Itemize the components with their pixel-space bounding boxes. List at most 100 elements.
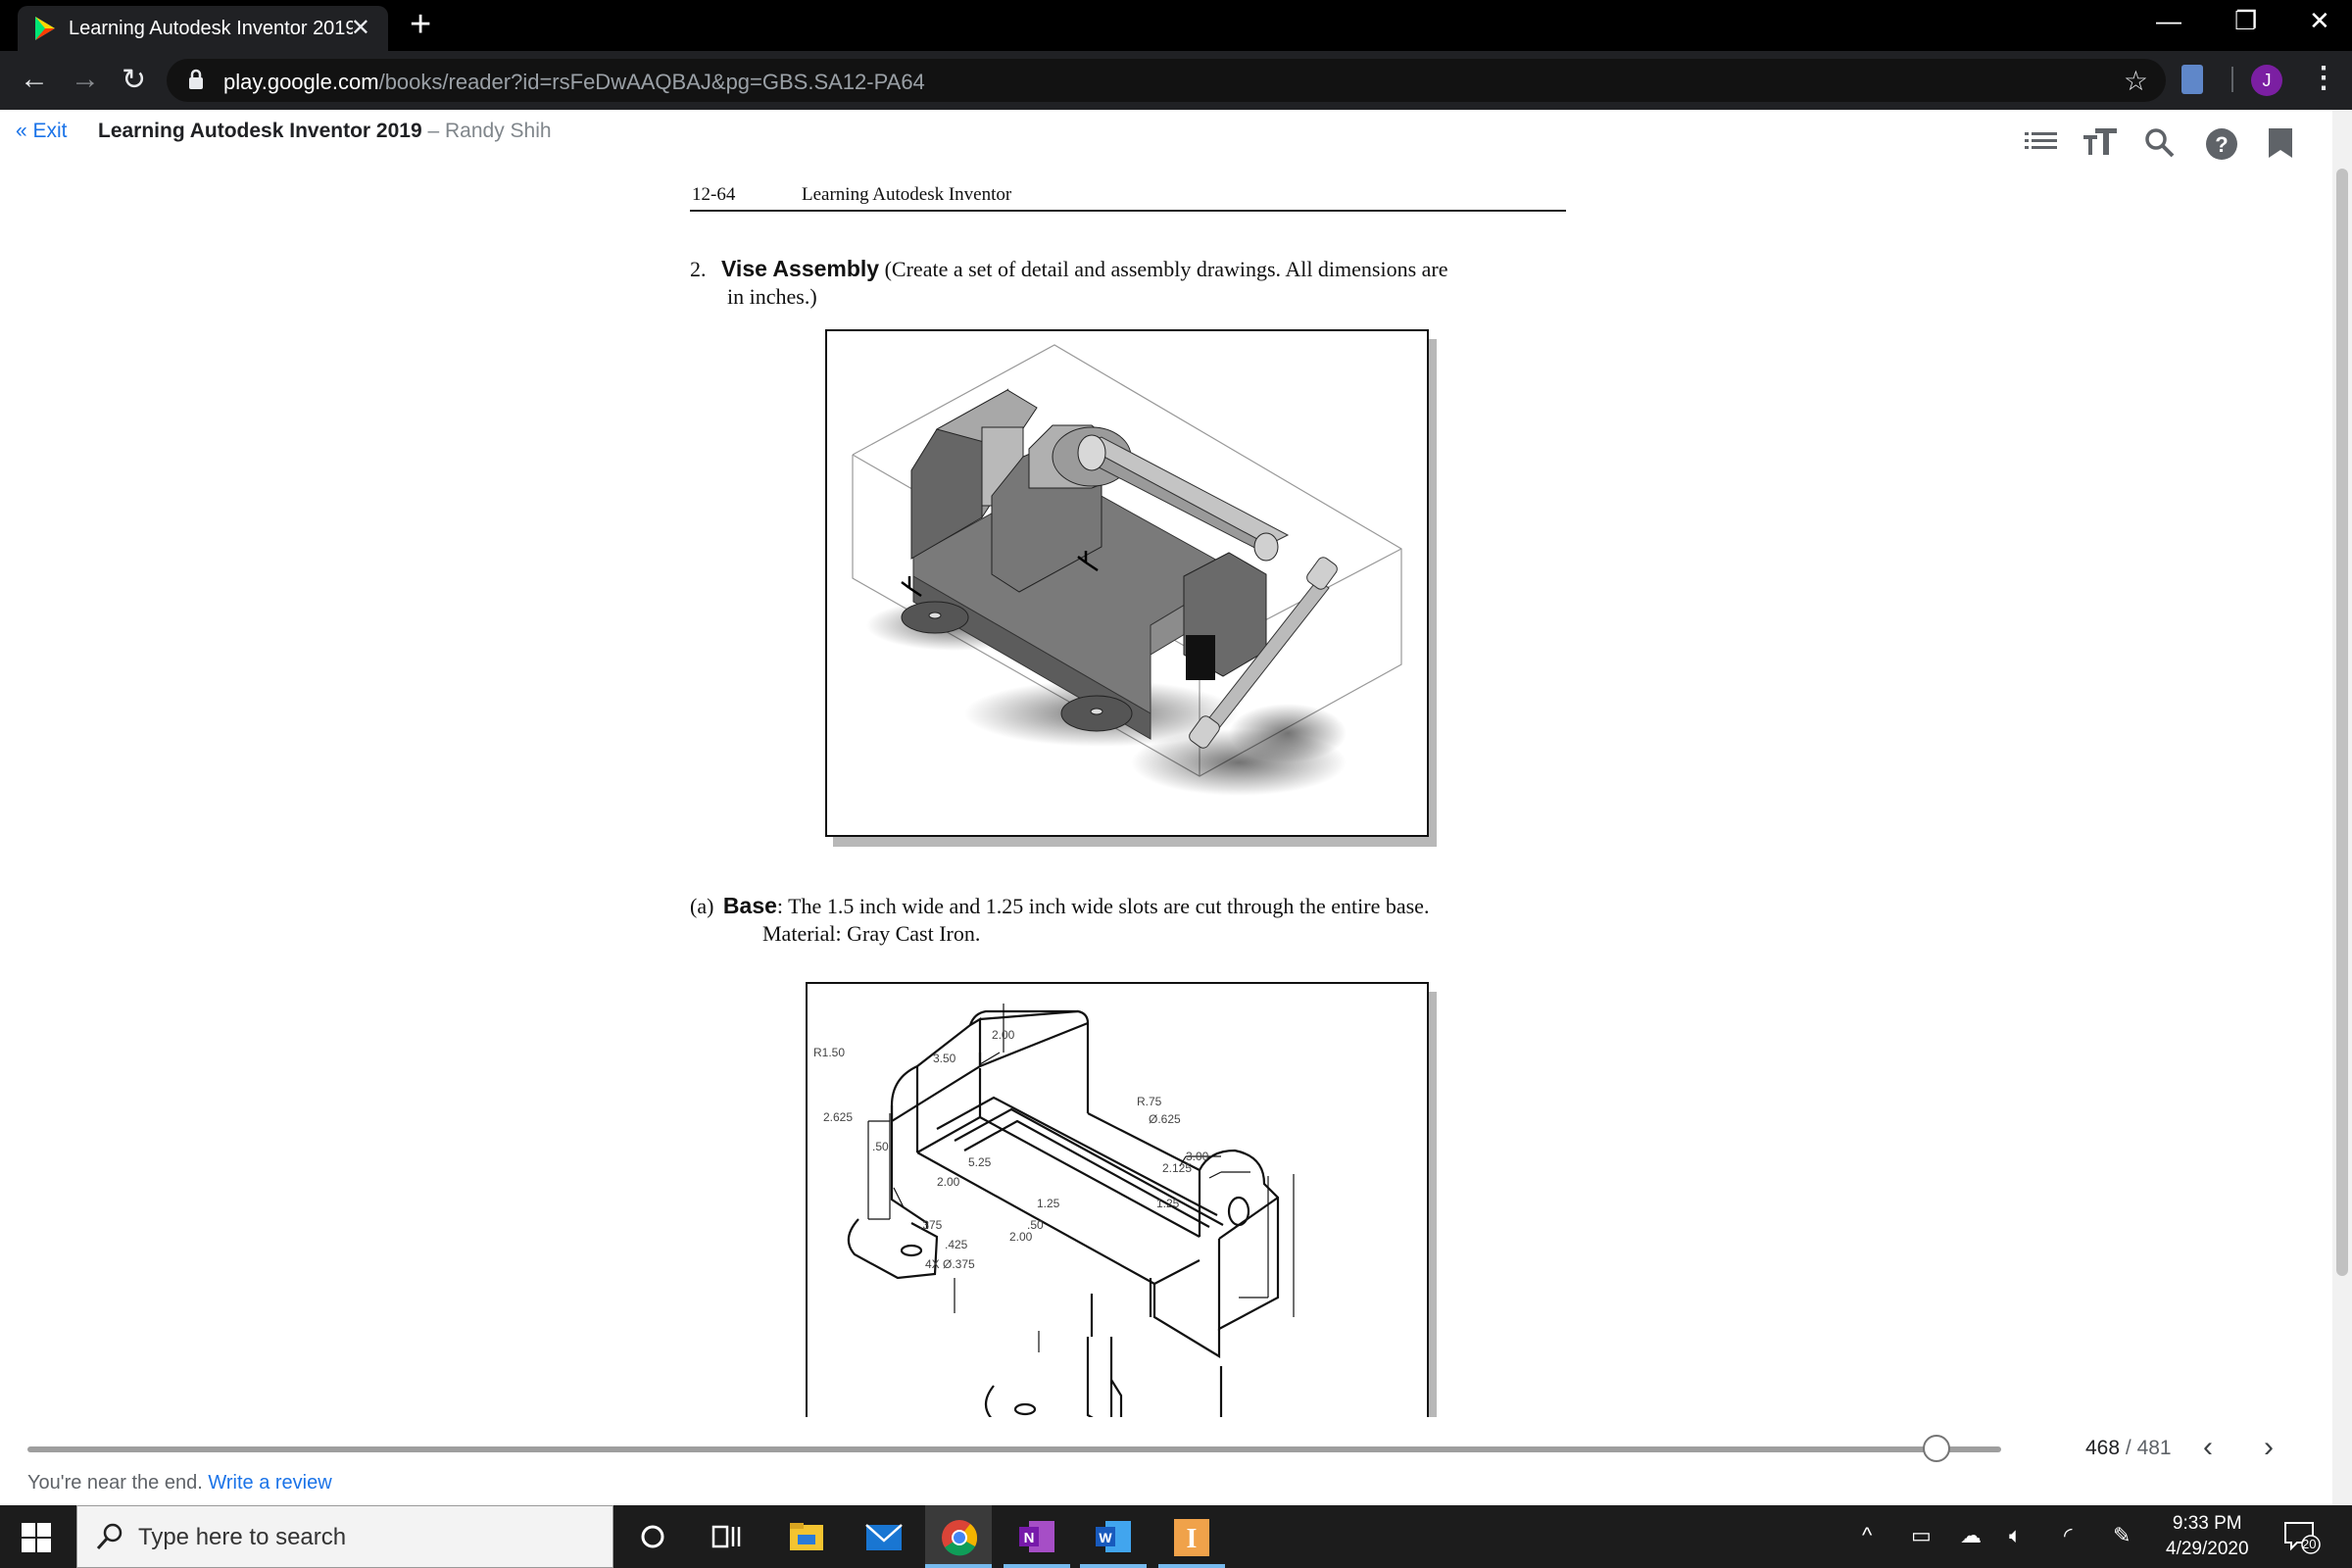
word-icon[interactable]: W — [1094, 1519, 1131, 1554]
book-page: 12-64 Learning Autodesk Inventor 2. Vise… — [666, 149, 1588, 1417]
notification-center-icon[interactable]: 20 — [2283, 1521, 2323, 1554]
svg-text:N: N — [1024, 1530, 1035, 1546]
text-size-icon[interactable] — [2083, 127, 2119, 162]
notification-count: 20 — [2302, 1537, 2317, 1551]
sub-text-1: : The 1.5 inch wide and 1.25 inch wide s… — [776, 894, 1430, 918]
base-detail-figure: 2.00 3.50 R1.50 2.625 .50 5.25 2.00 R.75… — [806, 982, 1429, 1417]
reader-header: « Exit Learning Autodesk Inventor 2019 –… — [0, 110, 2332, 149]
dimension-label: 3.50 — [933, 1052, 956, 1065]
sub-text-2: Material: Gray Cast Iron. — [762, 921, 981, 946]
network-tray-icon[interactable]: ▭ — [1911, 1523, 1932, 1548]
dimension-label: .375 — [919, 1218, 943, 1232]
address-bar[interactable]: play.google.com/books/reader?id=rsFeDwAA… — [167, 59, 2166, 102]
item-number: 2. — [690, 257, 707, 281]
total-pages: 481 — [2136, 1437, 2172, 1459]
dimension-label: 2.625 — [823, 1110, 853, 1124]
lock-icon — [188, 69, 204, 95]
browser-tab-bar: Learning Autodesk Inventor 2019 ✕ + — ❐ … — [0, 0, 2352, 51]
dimension-label: 1.25 — [1037, 1197, 1060, 1210]
svg-text:I: I — [1187, 1524, 1198, 1554]
pen-icon[interactable]: ✎ — [2113, 1523, 2131, 1548]
new-tab-button[interactable]: + — [410, 4, 431, 46]
windows-taskbar: Type here to search N W I ^ ▭ ☁ 🔈︎ ◜ ✎ 9… — [0, 1505, 2352, 1568]
taskbar-search[interactable]: Type here to search — [76, 1505, 613, 1568]
search-placeholder: Type here to search — [138, 1524, 347, 1550]
dimension-label: 5.25 — [968, 1155, 992, 1169]
mail-icon[interactable] — [864, 1519, 903, 1554]
exit-link[interactable]: « Exit — [16, 120, 68, 143]
toolbar-divider — [2231, 67, 2233, 92]
dimension-label: .425 — [945, 1238, 968, 1251]
sub-title: Base — [722, 893, 777, 918]
minimize-icon[interactable]: — — [2156, 6, 2181, 36]
svg-text:W: W — [1099, 1530, 1112, 1545]
browser-toolbar: ← → ↻ play.google.com/books/reader?id=rs… — [0, 51, 2352, 110]
dimension-label: 2.00 — [937, 1175, 960, 1189]
write-review-link[interactable]: Write a review — [208, 1472, 331, 1494]
file-explorer-icon[interactable] — [788, 1519, 825, 1554]
page-slider-handle[interactable] — [1922, 1435, 1950, 1462]
contents-icon[interactable] — [2025, 127, 2058, 162]
dimension-label: Ø.625 — [1149, 1112, 1181, 1126]
item-text-2: in inches.) — [727, 284, 817, 309]
back-icon[interactable]: ← — [20, 63, 49, 96]
near-end-message: You're near the end. Write a review — [27, 1472, 332, 1494]
onedrive-icon[interactable]: ☁ — [1960, 1523, 1982, 1548]
close-window-icon[interactable]: ✕ — [2309, 6, 2330, 36]
running-app-indicator — [1080, 1564, 1147, 1568]
next-page-icon[interactable]: › — [2264, 1431, 2274, 1464]
running-app-indicator — [1004, 1564, 1070, 1568]
dimension-label: 1.25 — [1156, 1197, 1180, 1210]
page-slider[interactable] — [27, 1446, 2001, 1452]
vise-assembly-drawing — [852, 344, 1402, 796]
svg-text:?: ? — [2215, 132, 2228, 157]
exercise-item: 2. Vise Assembly (Create a set of detail… — [690, 255, 1448, 311]
page-scrollbar[interactable] — [2332, 110, 2352, 1505]
task-view-icon[interactable] — [708, 1519, 745, 1554]
url-host: play.google.com — [223, 70, 379, 94]
play-books-icon — [33, 16, 57, 47]
book-title-text: Learning Autodesk Inventor 2019 — [98, 120, 422, 142]
help-icon[interactable]: ? — [2205, 127, 2238, 166]
wifi-icon[interactable]: ◜ — [2064, 1523, 2073, 1548]
dimension-label: R.75 — [1137, 1095, 1162, 1108]
volume-icon[interactable]: 🔈︎ — [2009, 1523, 2022, 1548]
star-icon[interactable]: ☆ — [2124, 65, 2148, 97]
menu-icon[interactable]: ⋮ — [2309, 61, 2338, 95]
forward-icon[interactable]: → — [71, 63, 100, 96]
show-hidden-icons-icon[interactable]: ^ — [1862, 1523, 1872, 1548]
restore-icon[interactable]: ❐ — [2234, 6, 2257, 36]
previous-page-icon[interactable]: ‹ — [2203, 1431, 2213, 1464]
taskbar-clock[interactable]: 9:33 PM 4/29/2020 — [2166, 1511, 2249, 1562]
running-header: 12-64 Learning Autodesk Inventor — [690, 182, 1566, 212]
page-counter: 468 / 481 — [2085, 1437, 2172, 1460]
browser-tab[interactable]: Learning Autodesk Inventor 2019 ✕ — [18, 6, 388, 51]
scrollbar-thumb[interactable] — [2336, 169, 2348, 1276]
tab-title: Learning Autodesk Inventor 2019 — [69, 18, 353, 39]
active-app-indicator — [925, 1564, 992, 1568]
bookmark-icon[interactable] — [2268, 127, 2293, 164]
book-author: Randy Shih — [445, 120, 552, 142]
vise-assembly-figure — [825, 329, 1429, 837]
running-page-number: 12-64 — [692, 184, 736, 205]
close-tab-icon[interactable]: ✕ — [351, 14, 370, 42]
dimension-label: 2.00 — [992, 1028, 1015, 1042]
item-title: Vise Assembly — [721, 256, 880, 281]
url-text: play.google.com/books/reader?id=rsFeDwAA… — [223, 70, 925, 95]
url-path: /books/reader?id=rsFeDwAAQBAJ&pg=GBS.SA1… — [378, 70, 925, 94]
cortana-icon[interactable] — [635, 1519, 672, 1554]
avatar[interactable]: J — [2251, 65, 2282, 96]
search-icon[interactable] — [2144, 127, 2176, 164]
onenote-icon[interactable]: N — [1017, 1519, 1054, 1554]
windows-start-icon[interactable] — [22, 1523, 59, 1558]
inventor-icon[interactable]: I — [1172, 1519, 1209, 1556]
reader-footer: 468 / 481 ‹ › You're near the end. Write… — [0, 1417, 2332, 1505]
chrome-icon[interactable] — [941, 1519, 978, 1556]
extension-icon[interactable] — [2181, 65, 2203, 94]
running-book-title: Learning Autodesk Inventor — [802, 184, 1012, 205]
base-detail-drawing: 2.00 3.50 R1.50 2.625 .50 5.25 2.00 R.75… — [813, 1004, 1295, 1417]
reload-icon[interactable]: ↻ — [122, 63, 146, 97]
clock-time: 9:33 PM — [2172, 1513, 2242, 1534]
base-description: (a) Base: The 1.5 inch wide and 1.25 inc… — [690, 892, 1429, 948]
dimension-label: 2.125 — [1162, 1161, 1192, 1175]
